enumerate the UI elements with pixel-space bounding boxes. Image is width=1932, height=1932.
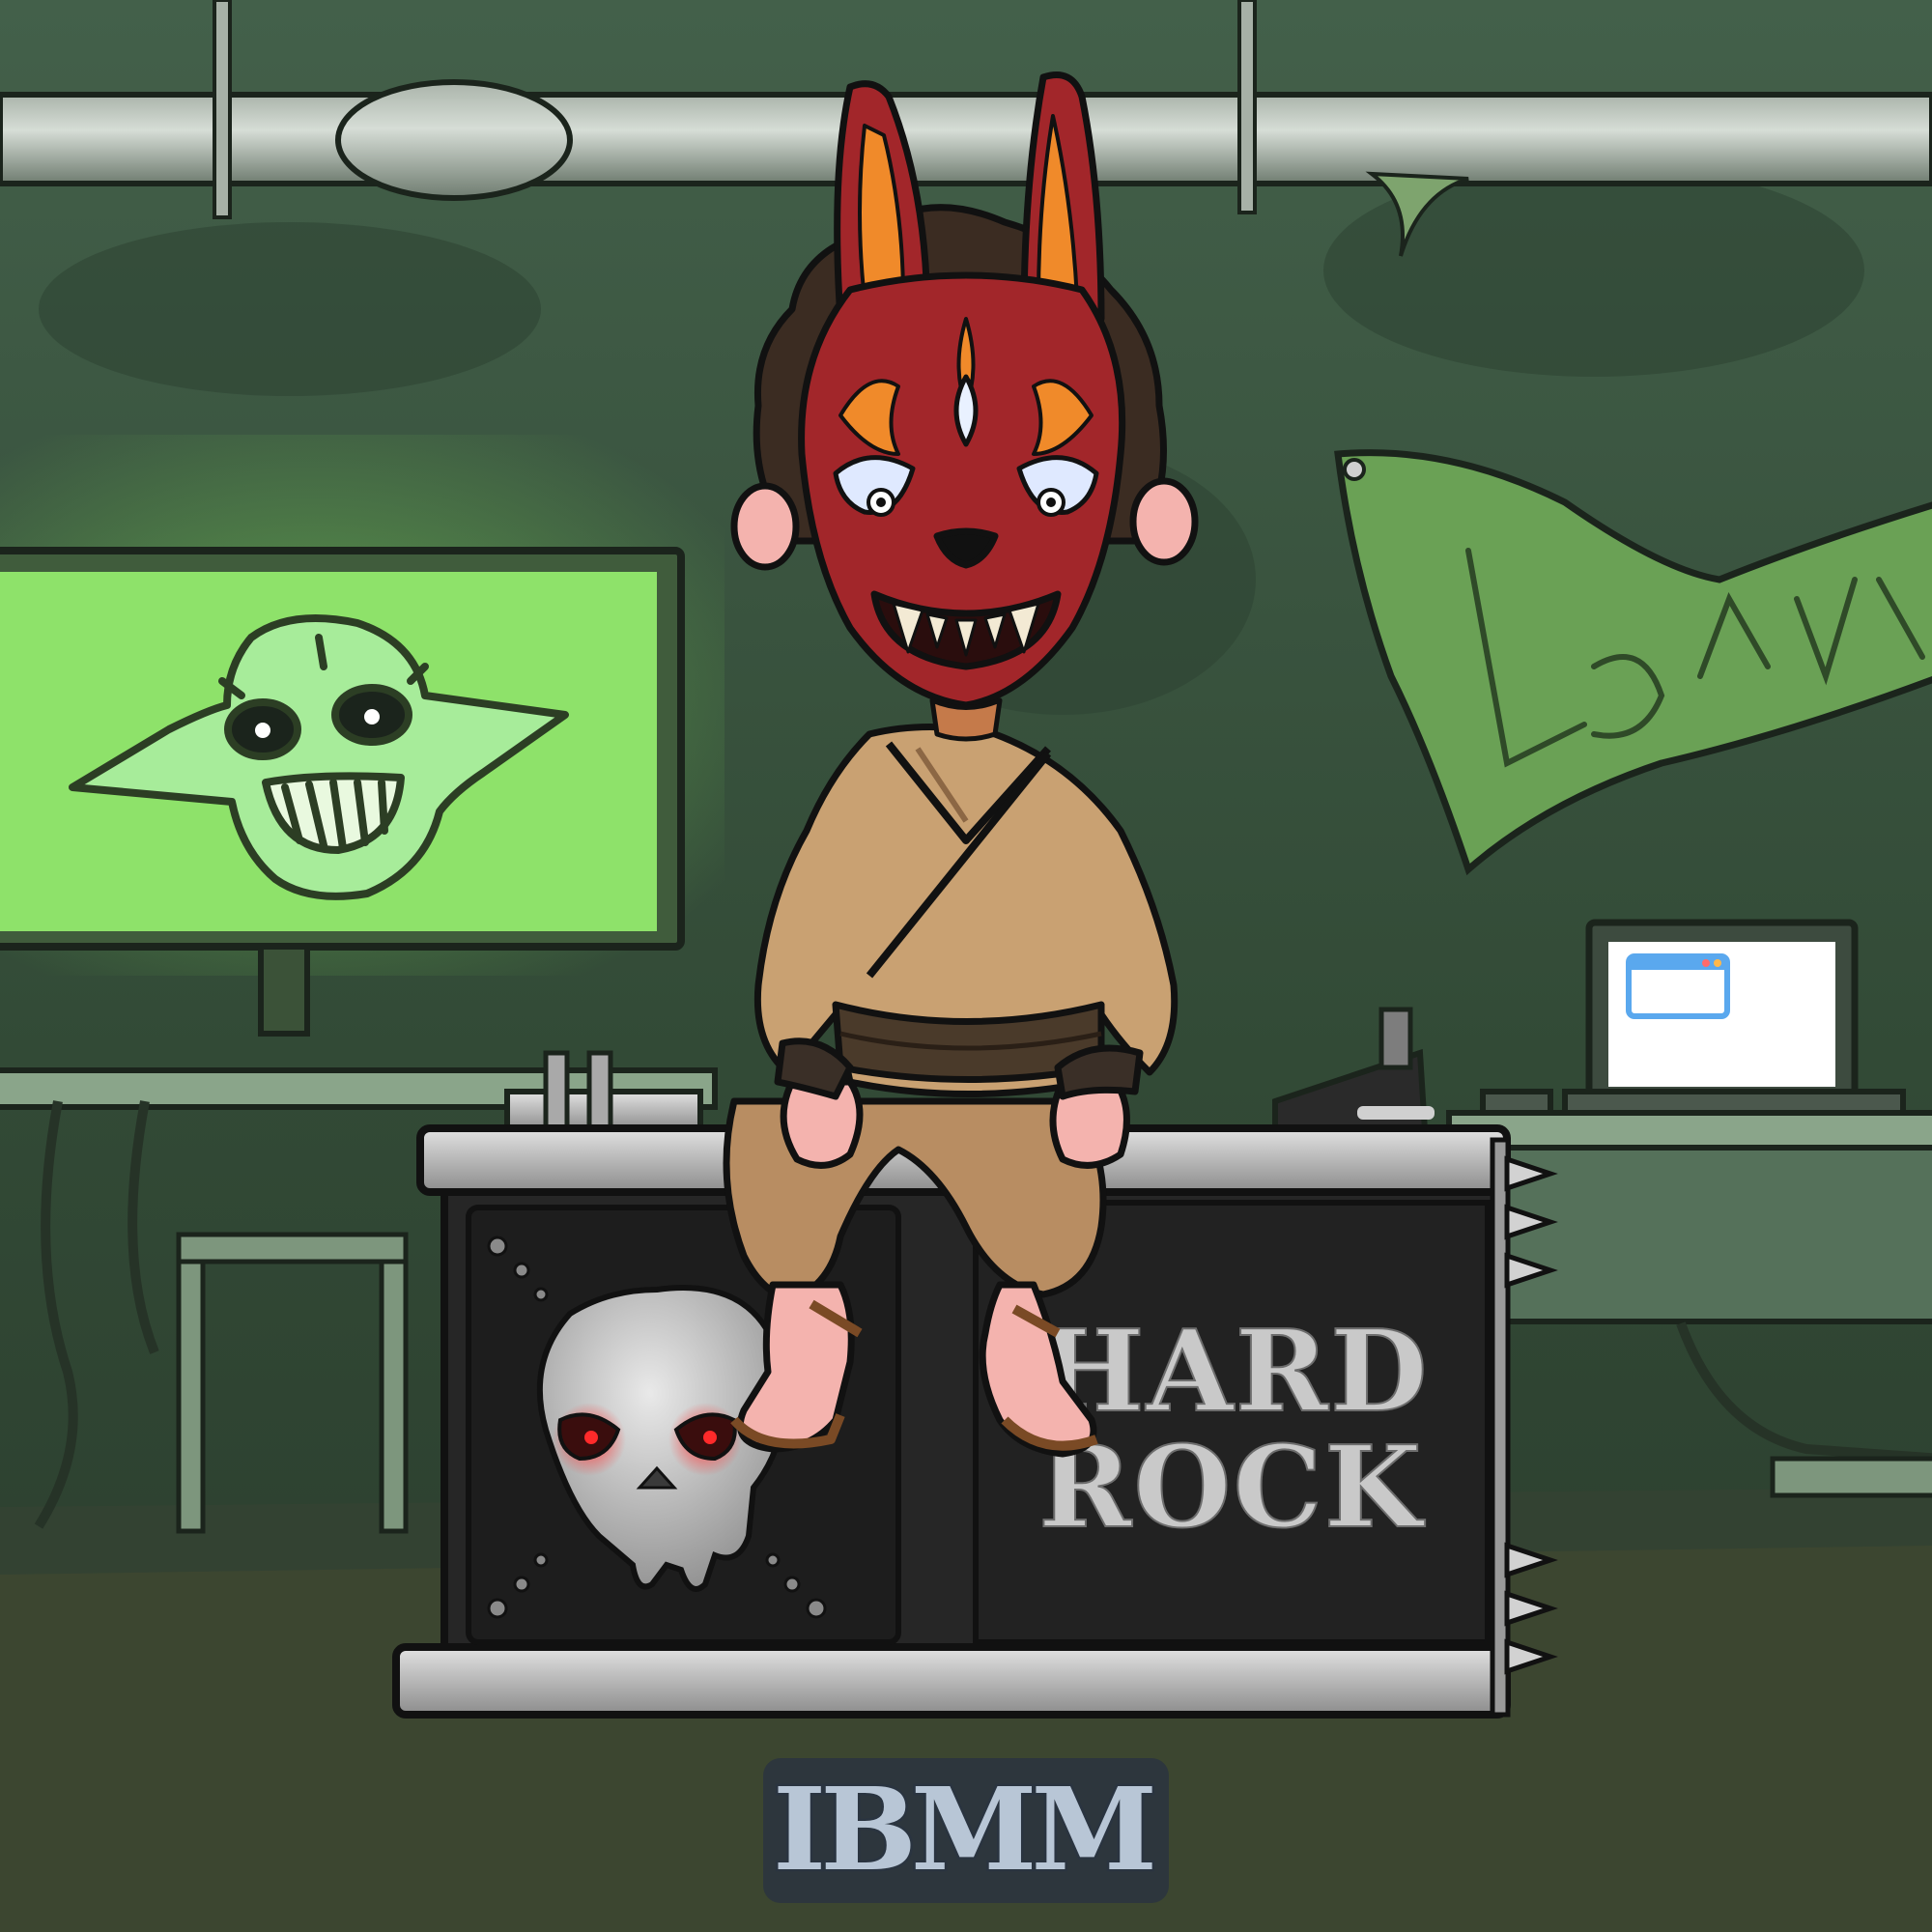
- window-icon: [1626, 953, 1730, 1019]
- mask-third-eye: [953, 374, 979, 447]
- crate-text-line1: HARD: [1038, 1306, 1430, 1437]
- scene: HARD ROCK IBMM: [0, 0, 1932, 1932]
- hard-rock-label: HARD ROCK: [1037, 1305, 1430, 1554]
- ibmm-logo: IBMM: [763, 1758, 1169, 1903]
- character-ear-right: [1129, 477, 1199, 566]
- logo-text: IBMM: [773, 1762, 1153, 1896]
- character-ear-left: [730, 482, 800, 571]
